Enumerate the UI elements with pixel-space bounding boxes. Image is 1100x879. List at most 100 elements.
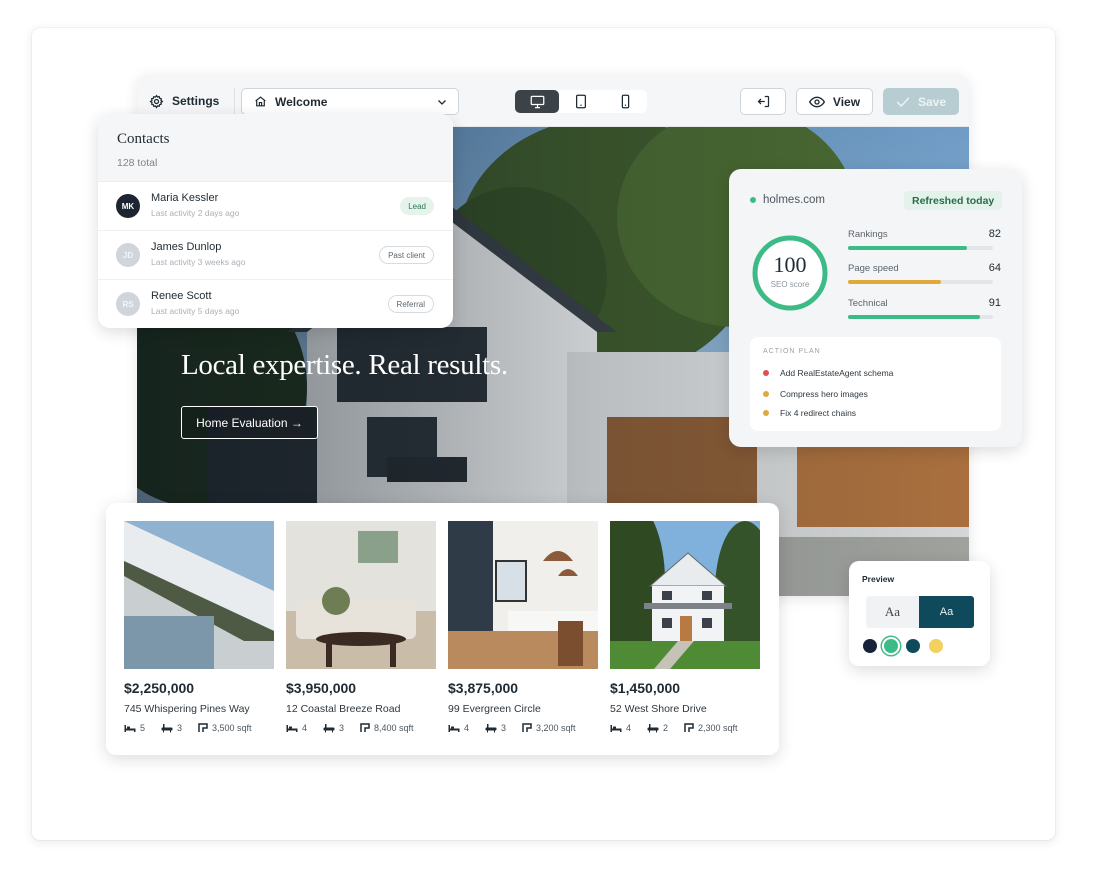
save-label: Save (917, 94, 947, 109)
beds-count: 4 (464, 723, 470, 733)
gear-icon (149, 93, 164, 109)
contact-name: Maria Kessler (151, 192, 219, 204)
bed-icon (448, 724, 460, 732)
listing-card[interactable]: $3,875,000 99 Evergreen Circle 4 3 3,200… (448, 521, 598, 733)
status-dot-icon (750, 197, 756, 203)
listing-photo (448, 521, 598, 669)
sqft-value: 2,300 sqft (698, 723, 738, 733)
desktop-view-button[interactable] (515, 90, 559, 113)
baths-count: 2 (663, 723, 669, 733)
floorplan-icon (360, 723, 370, 732)
metric-name: Rankings (848, 229, 888, 240)
contact-row[interactable]: JD James Dunlop Last activity 3 weeks ag… (98, 231, 453, 280)
color-swatch[interactable] (863, 639, 877, 653)
save-button[interactable]: Save (883, 88, 959, 115)
contact-last-activity: Last activity 2 days ago (151, 208, 240, 218)
domain-label: holmes.com (763, 194, 825, 206)
action-plan-item[interactable]: Add RealEstateAgent schema (763, 368, 893, 378)
home-evaluation-button[interactable]: Home Evaluation → (181, 406, 318, 439)
page-select-value: Welcome (275, 94, 328, 109)
exit-button[interactable] (740, 88, 786, 115)
metric-bar (848, 246, 993, 250)
beds-count: 5 (140, 723, 146, 733)
metric-technical: Technical 91 (848, 297, 1001, 324)
listing-photo (286, 521, 436, 669)
exit-icon (757, 95, 769, 108)
listing-photo (610, 521, 760, 669)
baths-count: 3 (501, 723, 507, 733)
sqft-value: 3,500 sqft (212, 723, 252, 733)
view-button[interactable]: View (796, 88, 873, 115)
mobile-view-button[interactable] (603, 90, 647, 113)
listing-card[interactable]: $2,250,000 745 Whispering Pines Way 5 3 … (124, 521, 274, 733)
listing-address: 99 Evergreen Circle (448, 703, 541, 715)
priority-dot-icon (763, 410, 769, 416)
listing-price: $1,450,000 (610, 680, 681, 696)
bed-icon (286, 724, 298, 732)
listing-address: 12 Coastal Breeze Road (286, 703, 401, 715)
listing-features: 5 3 3,500 sqft (124, 723, 274, 733)
listing-price: $3,875,000 (448, 680, 519, 696)
action-plan-title: ACTION PLAN (763, 348, 821, 355)
color-swatch[interactable] (906, 639, 920, 653)
refreshed-badge: Refreshed today (904, 191, 1003, 210)
listing-card[interactable]: $1,450,000 52 West Shore Drive 4 2 2,300… (610, 521, 760, 733)
contacts-title: Contacts (117, 131, 170, 147)
metric-bar (848, 315, 993, 319)
sqft-value: 8,400 sqft (374, 723, 414, 733)
contact-row[interactable]: MK Maria Kessler Last activity 2 days ag… (98, 182, 453, 231)
contact-name: Renee Scott (151, 290, 212, 302)
floorplan-icon (198, 723, 208, 732)
listing-address: 52 West Shore Drive (610, 703, 707, 715)
page-select[interactable]: Welcome (241, 88, 459, 115)
contact-last-activity: Last activity 5 days ago (151, 306, 240, 316)
seo-domain: holmes.com (750, 194, 825, 206)
device-switcher (515, 90, 647, 113)
listing-features: 4 3 8,400 sqft (286, 723, 436, 733)
floorplan-icon (684, 723, 694, 732)
beds-count: 4 (302, 723, 308, 733)
serif-typeface-option[interactable]: Aa (866, 596, 919, 628)
beds-count: 4 (626, 723, 632, 733)
listing-photo (124, 521, 274, 669)
bath-icon (647, 724, 659, 733)
seo-report-card: holmes.com Refreshed today 100 SEO score… (729, 169, 1022, 447)
color-swatch[interactable] (929, 639, 943, 653)
settings-label: Settings (172, 94, 220, 108)
listing-features: 4 3 3,200 sqft (448, 723, 598, 733)
listing-address: 745 Whispering Pines Way (124, 703, 250, 715)
floorplan-icon (522, 723, 532, 732)
settings-button[interactable]: Settings (149, 91, 219, 111)
check-icon (896, 96, 910, 107)
metric-value: 82 (988, 228, 1001, 240)
desktop-icon (530, 95, 544, 108)
eye-icon (808, 96, 825, 107)
metric-bar-fill (848, 315, 980, 319)
metric-bar (848, 280, 993, 284)
action-plan-text: Fix 4 redirect chains (780, 408, 857, 418)
contacts-count: 128 total (117, 157, 158, 169)
bed-icon (124, 724, 136, 732)
baths-count: 3 (177, 723, 183, 733)
color-swatch-selected[interactable] (884, 639, 898, 653)
home-icon (255, 96, 266, 107)
action-plan: ACTION PLAN Add RealEstateAgent schema C… (750, 337, 1001, 431)
view-label: View (832, 94, 861, 109)
action-plan-item[interactable]: Fix 4 redirect chains (763, 408, 856, 418)
contact-row[interactable]: RS Renee Scott Last activity 5 days ago … (98, 280, 453, 328)
avatar: MK (116, 194, 140, 218)
listings-card: $2,250,000 745 Whispering Pines Way 5 3 … (106, 503, 779, 755)
action-plan-text: Add RealEstateAgent schema (780, 368, 894, 378)
tablet-icon (576, 94, 586, 109)
sans-typeface-option[interactable]: Aa (919, 596, 974, 628)
action-plan-item[interactable]: Compress hero images (763, 389, 868, 399)
preview-title: Preview (862, 574, 895, 584)
contacts-card: Contacts 128 total MK Maria Kessler Last… (98, 114, 453, 328)
avatar: JD (116, 243, 140, 267)
status-badge: Past client (379, 246, 434, 264)
listing-card[interactable]: $3,950,000 12 Coastal Breeze Road 4 3 8,… (286, 521, 436, 733)
metric-bar-fill (848, 280, 941, 284)
bath-icon (485, 724, 497, 733)
tablet-view-button[interactable] (559, 90, 603, 113)
priority-dot-icon (763, 391, 769, 397)
